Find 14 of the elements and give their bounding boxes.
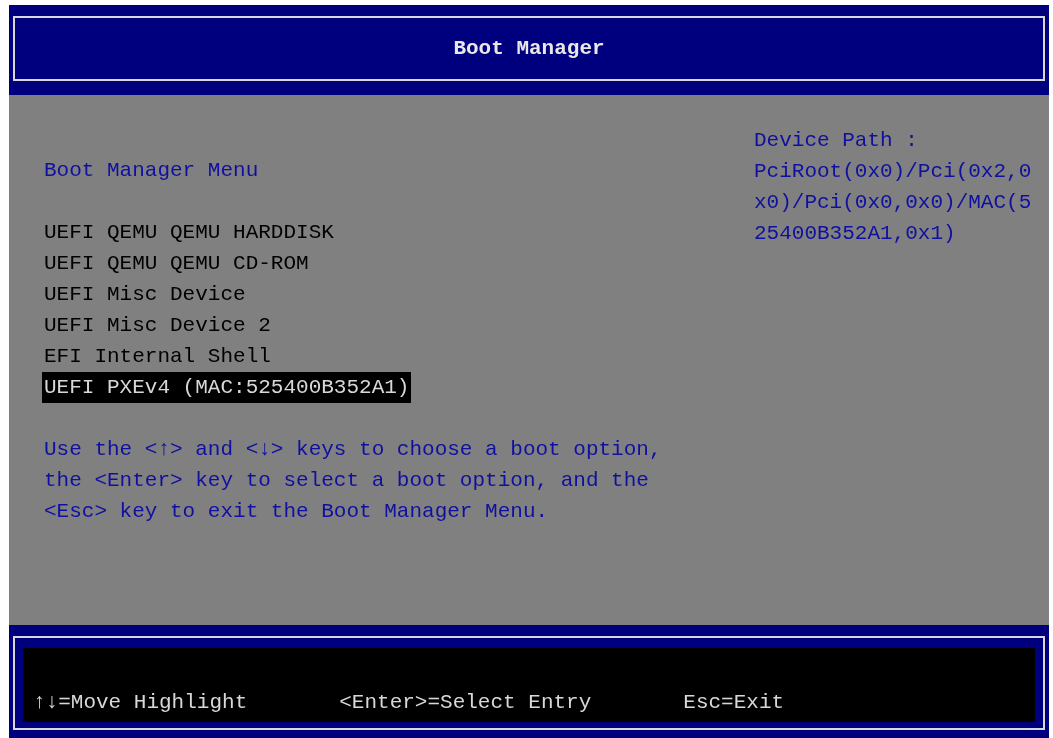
boot-option[interactable]: EFI Internal Shell [42, 341, 273, 372]
device-path-value: PciRoot(0x0)/Pci(0x2,0x0)/Pci(0x0,0x0)/MAC(525400B352A1,0x1) [754, 159, 1033, 247]
boot-option[interactable]: UEFI Misc Device [42, 279, 248, 310]
device-path-label: Device Path : [754, 128, 919, 154]
key-hint: Esc=Exit [683, 689, 785, 716]
boot-option[interactable]: UEFI QEMU QEMU HARDDISK [42, 217, 336, 248]
window-title: Boot Manager [453, 35, 605, 62]
boot-option[interactable]: UEFI Misc Device 2 [42, 310, 273, 341]
menu-title: Boot Manager Menu [44, 158, 260, 184]
help-text: Use the <↑> and <↓> keys to choose a boot option, the <Enter> key to select a boot option, and the <Esc> key to exit the Boot Manager Menu. [44, 437, 663, 525]
boot-option[interactable]: UEFI PXEv4 (MAC:525400B352A1) [42, 372, 412, 403]
key-hint: ↑↓=Move Highlight [33, 689, 248, 716]
key-hint: <Enter>=Select Entry [339, 689, 592, 716]
boot-option[interactable]: UEFI QEMU QEMU CD-ROM [42, 248, 311, 279]
